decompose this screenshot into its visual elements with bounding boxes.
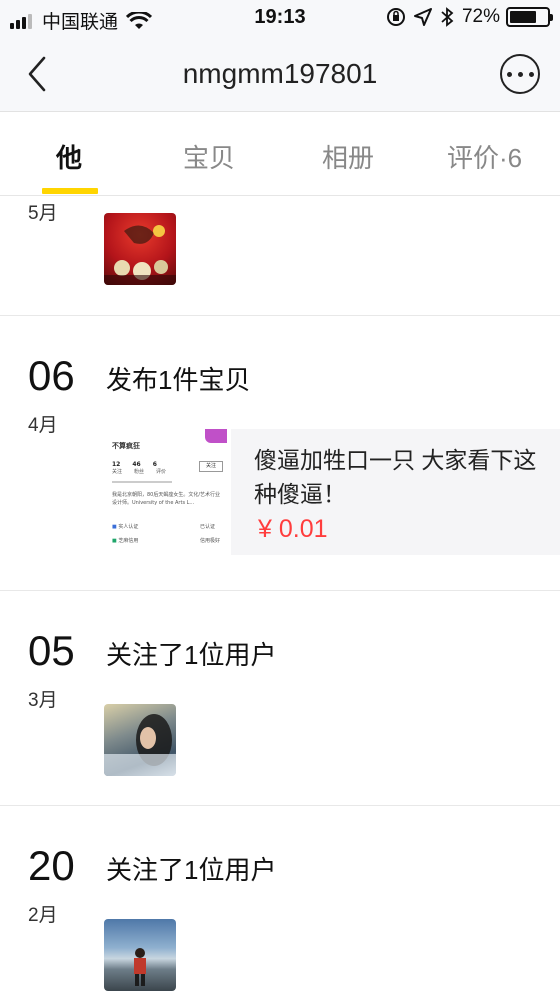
- preview-corner-badge: [205, 429, 227, 443]
- feed-section: 05 3月 关注了1位用户: [0, 591, 560, 806]
- tab-album[interactable]: 相册: [322, 138, 374, 175]
- activity-feed: 5月 06 4月 发布1件宝贝 不算疯狂 12 46 6 关注 粉丝 评价 关注…: [0, 196, 560, 994]
- feed-section: 5月: [0, 196, 560, 316]
- preview-stat-num: 12: [112, 461, 121, 468]
- section-day: 20: [28, 842, 75, 889]
- bluetooth-icon: [441, 7, 454, 27]
- preview-verify: ■ 实人认证: [112, 524, 139, 530]
- more-icon[interactable]: [500, 54, 540, 94]
- preview-divider: [112, 481, 172, 483]
- tab-him[interactable]: 他: [56, 138, 82, 175]
- item-price: ¥ 0.01: [258, 515, 328, 543]
- preview-stat-label: 评价: [156, 469, 167, 475]
- preview-bio: 我是北京朝阳，80后天蝎座女生。文化/艺术行业设计师。University of…: [112, 492, 221, 506]
- section-title: 关注了1位用户: [106, 855, 277, 885]
- tab-bar: 他 宝贝 相册 评价·6: [0, 112, 560, 196]
- location-icon: [413, 8, 432, 26]
- preview-stat-label: 粉丝: [134, 469, 145, 475]
- preview-credit-label: 芝麻信用: [118, 538, 139, 544]
- section-month: 4月: [28, 415, 58, 436]
- red-artwork-thumbnail[interactable]: [104, 213, 176, 285]
- tab-reviews[interactable]: 评价·6: [447, 138, 522, 175]
- preview-verify-status: 已认证: [200, 524, 216, 530]
- active-tab-indicator: [42, 188, 98, 194]
- item-preview: 不算疯狂 12 46 6 关注 粉丝 评价 关注 我是北京朝阳，80后天蝎座女生。文化/…: [104, 429, 231, 555]
- preview-credit-status: 信用极好: [200, 538, 221, 544]
- user-avatar-woman[interactable]: [104, 704, 176, 776]
- battery-level: [510, 11, 536, 23]
- preview-stat-label: 关注: [112, 469, 123, 475]
- preview-follow-button: 关注: [199, 461, 223, 472]
- nav-bar: nmgmm197801: [0, 36, 560, 112]
- preview-verify-label: 实人认证: [118, 524, 139, 530]
- section-month: 2月: [28, 905, 58, 926]
- section-month: 5月: [28, 203, 58, 224]
- battery-icon: [506, 7, 553, 27]
- item-image[interactable]: 不算疯狂 12 46 6 关注 粉丝 评价 关注 我是北京朝阳，80后天蝎座女生。文化/…: [104, 429, 231, 555]
- section-month: 3月: [28, 690, 58, 711]
- section-day: 06: [28, 352, 75, 399]
- preview-stat-num: 46: [132, 461, 141, 468]
- battery-percent: 72%: [461, 6, 500, 27]
- section-title: 发布1件宝贝: [106, 365, 251, 395]
- status-bar: 中国联通 19:13 72%: [0, 0, 560, 36]
- orientation-lock-icon: [386, 8, 405, 26]
- feed-section: 20 2月 关注了1位用户: [0, 806, 560, 994]
- feed-section: 06 4月 发布1件宝贝 不算疯狂 12 46 6 关注 粉丝 评价 关注 我是北京朝阳…: [0, 316, 560, 591]
- user-avatar-beach[interactable]: [104, 919, 176, 991]
- status-right: 72%: [386, 6, 553, 28]
- section-title: 关注了1位用户: [106, 640, 277, 670]
- preview-credit: ■ 芝麻信用: [112, 538, 139, 544]
- preview-stats: 12 46 6 关注 粉丝 评价: [112, 461, 169, 475]
- preview-stat-num: 6: [152, 461, 157, 468]
- page-title: nmgmm197801: [182, 58, 378, 89]
- item-card[interactable]: 不算疯狂 12 46 6 关注 粉丝 评价 关注 我是北京朝阳，80后天蝎座女生。文化/…: [104, 429, 560, 555]
- item-description: 傻逼加牲口一只 大家看下这种傻逼！: [254, 447, 537, 507]
- tab-items[interactable]: 宝贝: [183, 138, 235, 175]
- section-day: 05: [28, 627, 75, 674]
- preview-name: 不算疯狂: [112, 442, 140, 450]
